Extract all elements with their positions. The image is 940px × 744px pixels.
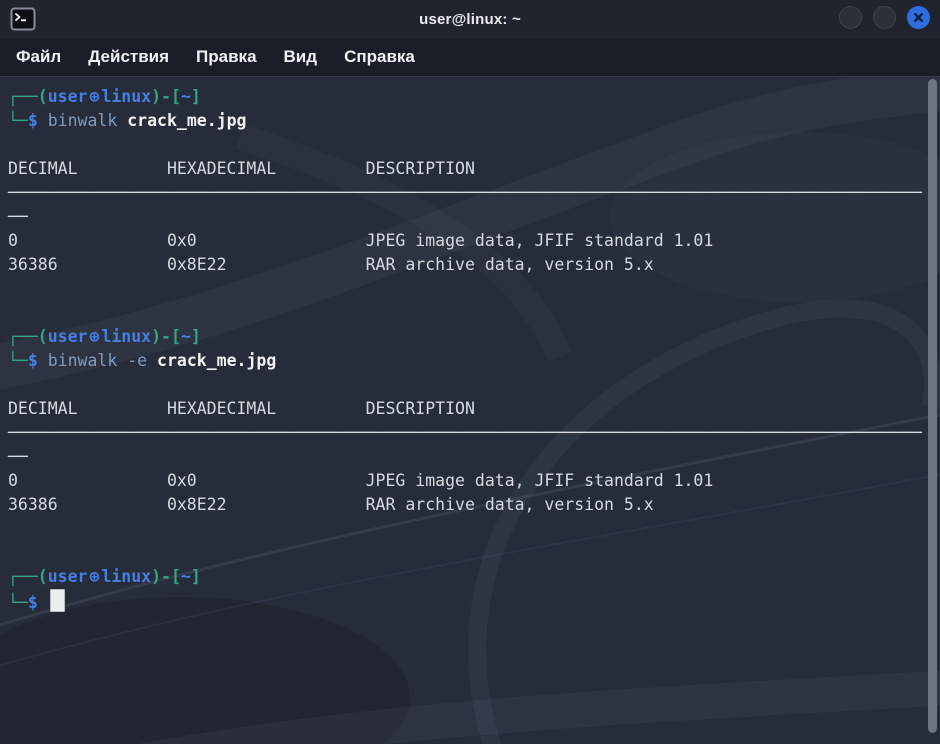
command: binwalk <box>48 351 118 370</box>
blank-line <box>8 277 940 301</box>
prompt-line: ┌──(user⊕linux)-[~] <box>8 85 940 109</box>
table-row: 0 0x0 JPEG image data, JFIF standard 1.0… <box>8 229 940 253</box>
table-row: 36386 0x8E22 RAR archive data, version 5… <box>8 493 940 517</box>
filename: crack_me.jpg <box>157 351 276 370</box>
prompt-decoration: ] <box>191 327 201 346</box>
separator-stub: ── <box>8 445 940 469</box>
table-row: 36386 0x8E22 RAR archive data, version 5… <box>8 253 940 277</box>
prompt-decoration: )-[ <box>151 87 181 106</box>
prompt-decoration: └─ <box>8 111 28 130</box>
at-symbol: ⊕ <box>90 327 100 346</box>
at-symbol: ⊕ <box>90 87 100 106</box>
prompt-decoration: )-[ <box>151 327 181 346</box>
command-line: └─$ <box>8 589 940 613</box>
prompt-decoration: ] <box>191 567 201 586</box>
blank-line <box>8 373 940 397</box>
table-row-text: 36386 0x8E22 RAR archive data, version 5… <box>8 495 654 514</box>
titlebar[interactable]: user@linux: ~ <box>0 0 940 38</box>
text-cursor <box>50 589 65 612</box>
hostname: linux <box>101 87 151 106</box>
username: user <box>48 87 88 106</box>
blank-line <box>8 301 940 325</box>
menu-item-edit[interactable]: Правка <box>196 47 256 67</box>
menu-item-file[interactable]: Файл <box>16 47 61 67</box>
prompt-decoration: └─ <box>8 593 28 612</box>
cwd: ~ <box>181 327 191 346</box>
menu-item-view[interactable]: Вид <box>284 47 318 67</box>
cwd: ~ <box>181 87 191 106</box>
blank-line <box>8 541 940 565</box>
terminal-output: ┌──(user⊕linux)-[~]└─$ binwalk crack_me.… <box>0 77 940 613</box>
prompt-decoration: )-[ <box>151 567 181 586</box>
separator-line: ────────────────────────────────────────… <box>8 181 940 205</box>
cwd: ~ <box>181 567 191 586</box>
flag: -e <box>127 351 147 370</box>
terminal-text <box>117 351 127 370</box>
menu-item-help[interactable]: Справка <box>344 47 415 67</box>
terminal-text <box>38 593 48 612</box>
blank-line <box>8 133 940 157</box>
prompt-symbol: $ <box>28 111 38 130</box>
command-line: └─$ binwalk -e crack_me.jpg <box>8 349 940 373</box>
filename: crack_me.jpg <box>127 111 246 130</box>
prompt-symbol: $ <box>28 593 38 612</box>
table-header: DECIMAL HEXADECIMAL DESCRIPTION <box>8 157 940 181</box>
table-header-text: DECIMAL HEXADECIMAL DESCRIPTION <box>8 399 475 418</box>
prompt-line: ┌──(user⊕linux)-[~] <box>8 325 940 349</box>
prompt-decoration: ┌──( <box>8 327 48 346</box>
table-row: 0 0x0 JPEG image data, JFIF standard 1.0… <box>8 469 940 493</box>
prompt-decoration: ┌──( <box>8 567 48 586</box>
window-title: user@linux: ~ <box>0 11 940 28</box>
at-symbol: ⊕ <box>90 567 100 586</box>
hostname: linux <box>101 567 151 586</box>
terminal-window: user@linux: ~ Файл Действия Правка Вид С… <box>0 0 940 744</box>
command-line: └─$ binwalk crack_me.jpg <box>8 109 940 133</box>
scrollbar-thumb[interactable] <box>928 79 937 733</box>
terminal-text <box>117 111 127 130</box>
close-icon <box>913 12 924 23</box>
terminal-text <box>147 351 157 370</box>
username: user <box>48 567 88 586</box>
terminal-text <box>38 111 48 130</box>
separator: ────────────────────────────────────────… <box>8 423 922 442</box>
prompt-symbol: $ <box>28 351 38 370</box>
username: user <box>48 327 88 346</box>
table-header: DECIMAL HEXADECIMAL DESCRIPTION <box>8 397 940 421</box>
blank-line <box>8 517 940 541</box>
separator: ── <box>8 447 28 466</box>
prompt-line: ┌──(user⊕linux)-[~] <box>8 565 940 589</box>
prompt-decoration: ] <box>191 87 201 106</box>
menubar: Файл Действия Правка Вид Справка <box>0 38 940 76</box>
terminal-area[interactable]: ┌──(user⊕linux)-[~]└─$ binwalk crack_me.… <box>0 76 940 744</box>
separator: ────────────────────────────────────────… <box>8 183 922 202</box>
close-button[interactable] <box>907 6 930 29</box>
menu-item-actions[interactable]: Действия <box>88 47 169 67</box>
separator: ── <box>8 207 28 226</box>
table-row-text: 36386 0x8E22 RAR archive data, version 5… <box>8 255 654 274</box>
prompt-decoration: ┌──( <box>8 87 48 106</box>
separator-line: ────────────────────────────────────────… <box>8 421 940 445</box>
scrollbar-track[interactable] <box>925 77 940 744</box>
maximize-button[interactable] <box>873 6 896 29</box>
minimize-button[interactable] <box>839 6 862 29</box>
hostname: linux <box>101 327 151 346</box>
table-row-text: 0 0x0 JPEG image data, JFIF standard 1.0… <box>8 471 713 490</box>
window-controls <box>839 6 930 29</box>
table-row-text: 0 0x0 JPEG image data, JFIF standard 1.0… <box>8 231 713 250</box>
table-header-text: DECIMAL HEXADECIMAL DESCRIPTION <box>8 159 475 178</box>
command: binwalk <box>48 111 118 130</box>
separator-stub: ── <box>8 205 940 229</box>
terminal-text <box>38 351 48 370</box>
prompt-decoration: └─ <box>8 351 28 370</box>
